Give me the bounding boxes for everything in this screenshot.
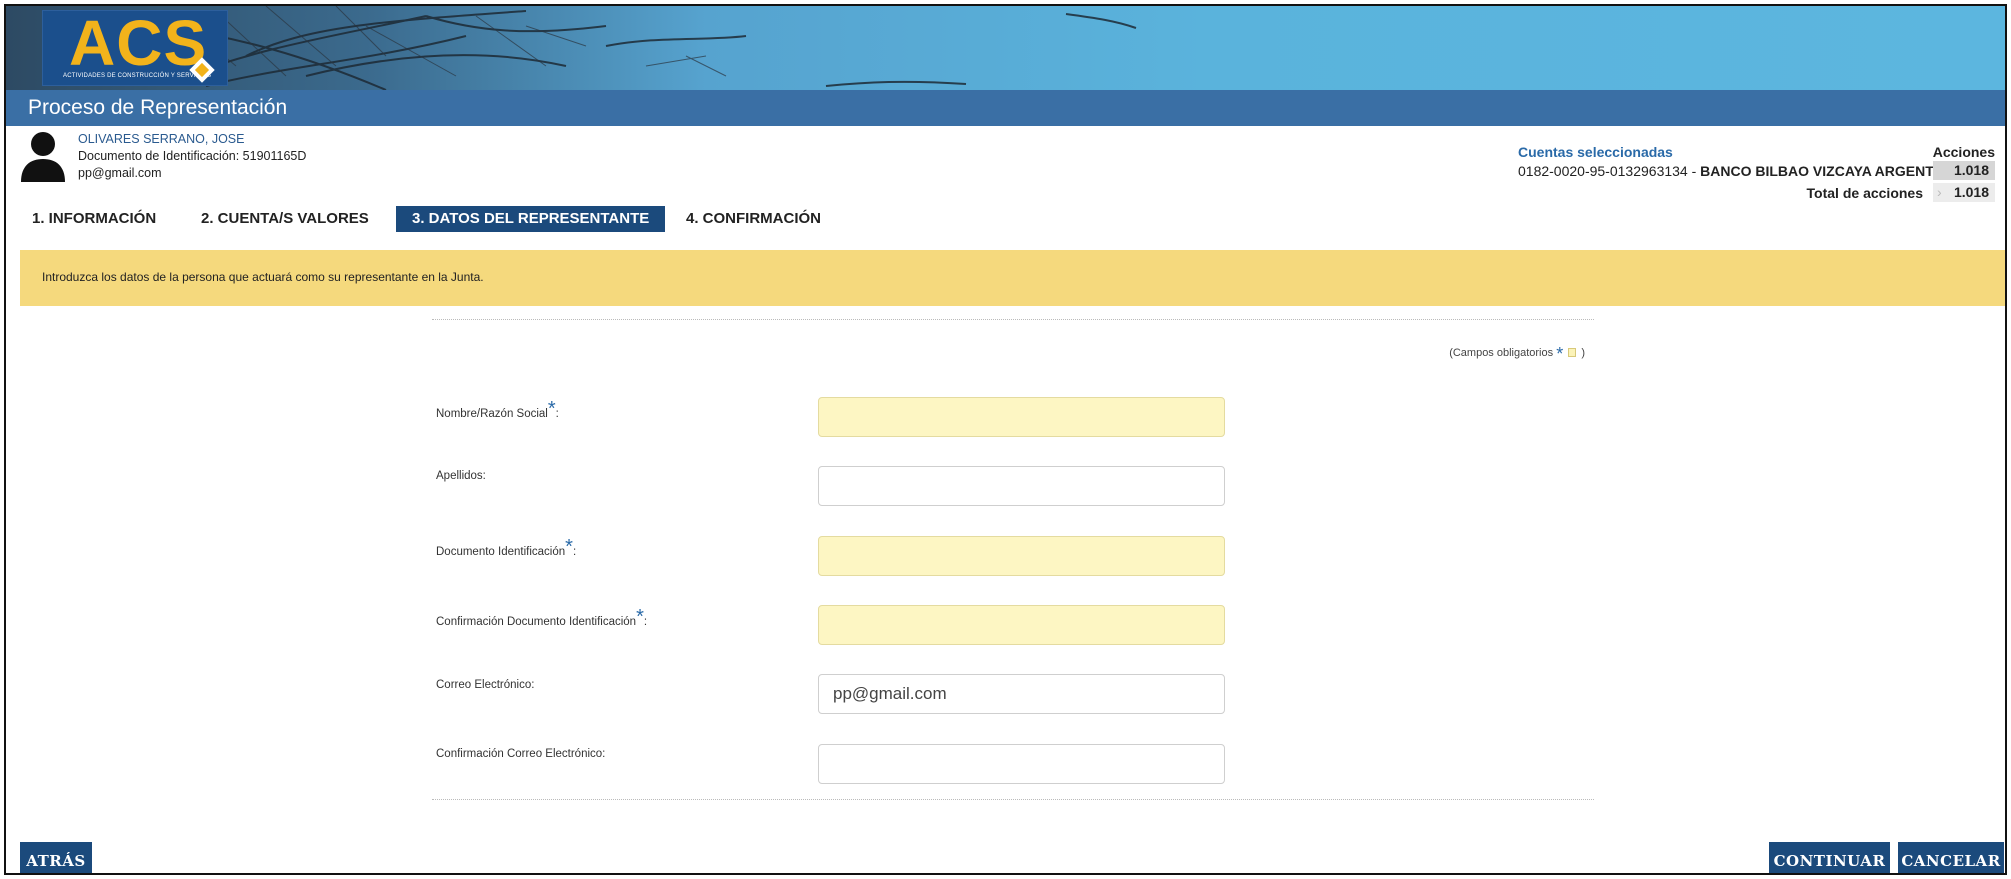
nombre-label-text: Nombre/Razón Social [436,408,548,420]
apellidos-label: Apellidos: [436,470,486,482]
step-datos-representante[interactable]: 3. DATOS DEL REPRESENTANTE [396,206,666,232]
required-star-icon: * [565,536,573,558]
continue-button[interactable]: CONTINUAR [1769,842,1890,873]
required-star-icon: * [547,398,556,420]
confirmacion-documento-label: Confirmación Documento Identificación*: [436,606,647,629]
nombre-label-colon: : [555,408,559,420]
selected-account: 0182-0020-95-0132963134 - BANCO BILBAO V… [1518,163,1955,179]
confirmacion-documento-label-text: Confirmación Documento Identificación [436,616,637,628]
cancel-button[interactable]: CANCELAR [1898,842,2004,873]
logo-subtitle: ACTIVIDADES DE CONSTRUCCIÓN Y SERVICIOS [63,73,212,79]
chevron-right-icon: › [1937,184,1942,200]
instructions-notice: Introduzca los datos de la persona que a… [20,250,2005,306]
required-color-swatch [1568,348,1577,357]
documento-label-text: Documento Identificación [436,546,566,558]
logo-text: ACS [69,7,208,79]
apellidos-input[interactable] [818,466,1225,506]
user-document: Documento de Identificación: 51901165D [78,149,307,163]
required-fields-note: (Campos obligatorios * ) [1449,344,1585,365]
title-bar: Proceso de Representación [6,90,2005,126]
step-confirmacion[interactable]: 4. CONFIRMACIÓN [686,206,821,232]
confirmacion-correo-input[interactable] [818,744,1225,784]
total-acciones-value: 1.018 [1953,184,1989,200]
notice-text: Introduzca los datos de la persona que a… [42,270,484,284]
step-informacion[interactable]: 1. INFORMACIÓN [32,206,156,232]
acciones-header: Acciones [1932,144,1995,160]
confirmacion-documento-label-colon: : [643,616,648,628]
confirmacion-correo-label: Confirmación Correo Electrónico: [436,748,606,760]
confirmacion-documento-input[interactable] [818,605,1225,645]
account-bank: BANCO BILBAO VIZCAYA ARGENTA... [1700,163,1955,179]
account-number: 0182-0020-95-0132963134 - [1518,163,1697,179]
acs-logo[interactable]: ACS ACTIVIDADES DE CONSTRUCCIÓN Y SERVIC… [42,10,228,86]
form-bottom-divider [432,799,1594,800]
accounts-title: Cuentas seleccionadas [1518,144,1673,160]
user-email: pp@gmail.com [78,166,162,180]
nombre-input[interactable] [818,397,1225,437]
tree-branches-image [155,6,1137,90]
correo-label: Correo Electrónico: [436,679,535,691]
step-cuentas-valores[interactable]: 2. CUENTA/S VALORES [201,206,369,232]
account-acciones-value: 1.018 [1933,161,1995,180]
page-frame: ACS ACTIVIDADES DE CONSTRUCCIÓN Y SERVIC… [4,4,2007,875]
total-acciones-label: Total de acciones [1806,185,1923,201]
form-top-divider [432,319,1594,320]
required-note-prefix: (Campos obligatorios [1449,347,1554,359]
user-avatar-icon [21,132,65,182]
required-star-icon: * [636,606,644,628]
required-note-suffix: ) [1581,347,1585,359]
user-name: OLIVARES SERRANO, JOSE [78,132,245,146]
documento-label: Documento Identificación*: [436,536,576,559]
documento-input[interactable] [818,536,1225,576]
documento-label-colon: : [572,546,577,558]
correo-input[interactable] [818,674,1225,714]
page-title: Proceso de Representación [28,96,288,119]
required-star-icon: * [1556,344,1564,364]
header-banner: ACS ACTIVIDADES DE CONSTRUCCIÓN Y SERVIC… [6,6,2005,90]
back-button[interactable]: ATRÁS [20,842,92,873]
nombre-label: Nombre/Razón Social*: [436,398,559,421]
total-acciones-box: › 1.018 [1933,183,1995,202]
